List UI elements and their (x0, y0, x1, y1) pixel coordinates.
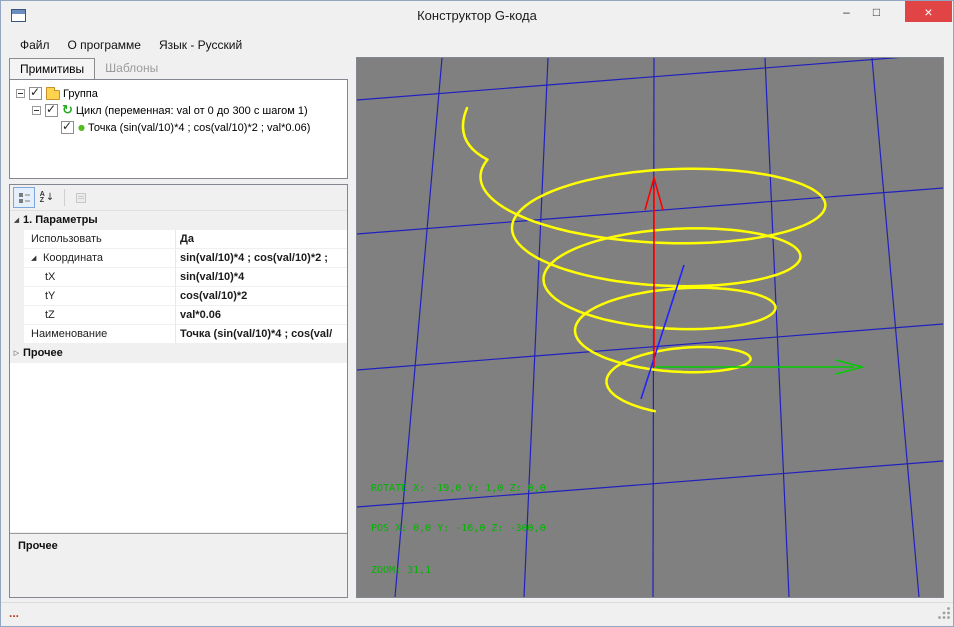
checkbox[interactable]: ✓ (45, 102, 58, 117)
tabstrip: Примитивы Шаблоны (9, 58, 168, 79)
tree-item-point[interactable]: ✓ ● Точка (sin(val/10)*4 ; cos(val/10)*2… (10, 119, 347, 136)
titlebar[interactable]: Конструктор G-кода – □ × (1, 1, 953, 31)
checkbox[interactable]: ✓ (61, 119, 74, 134)
viewport-3d[interactable]: ROTATE X: -19,0 Y: 1,0 Z: 0,0 POS X: 0,0… (356, 53, 944, 626)
property-name: Наименование (31, 328, 108, 340)
tree-item-cycle[interactable]: ✓ ↻ Цикл (переменная: val от 0 до 300 с … (10, 102, 347, 119)
property-name: tZ (45, 309, 55, 321)
menu-file[interactable]: Файл (11, 33, 59, 57)
minimize-button[interactable]: – (832, 1, 861, 22)
property-value[interactable]: cos(val/10)*2 (176, 287, 347, 305)
categorized-button[interactable] (13, 187, 35, 208)
viewport-canvas[interactable]: ROTATE X: -19,0 Y: 1,0 Z: 0,0 POS X: 0,0… (356, 53, 944, 626)
hud-pos: POS X: 0,0 Y: -16,0 Z: -300,0 (371, 523, 546, 534)
property-row-use[interactable]: Использовать Да (10, 230, 347, 249)
property-value[interactable]: Точка (sin(val/10)*4 ; cos(val/ (176, 325, 347, 343)
resize-grip-icon[interactable] (937, 606, 951, 625)
tree-expander-icon[interactable] (32, 106, 41, 115)
tree-panel: ✓ Группа ✓ ↻ Цикл (переменная: val от 0 … (9, 79, 348, 179)
app-window: Конструктор G-кода – □ × Файл О программ… (0, 0, 954, 627)
cycle-icon: ↻ (62, 102, 73, 118)
property-grid-rows: ◢ 1. Параметры Использовать Да ◢ Координа… (10, 210, 347, 532)
property-row-ty[interactable]: tY cos(val/10)*2 (10, 287, 347, 306)
hud-zoom: ZOOM: 31,1 (371, 565, 431, 576)
property-name: tX (45, 271, 56, 283)
menu-language[interactable]: Язык - Русский (150, 33, 251, 57)
property-value[interactable]: val*0.06 (176, 306, 347, 324)
property-grid-toolbar: AZ ↓ (10, 185, 347, 210)
close-button[interactable]: × (905, 1, 952, 22)
property-row-tx[interactable]: tX sin(val/10)*4 (10, 268, 347, 287)
expand-icon[interactable]: ◢ (31, 254, 43, 262)
property-name: Использовать (31, 233, 102, 245)
property-name: Координата (43, 252, 104, 264)
tree-item-label: Цикл (переменная: val от 0 до 300 с шаго… (75, 104, 308, 117)
alphabetical-sort-button[interactable]: AZ ↓ (36, 187, 58, 208)
property-pages-icon (76, 192, 86, 203)
property-row-tz[interactable]: tZ val*0.06 (10, 306, 347, 325)
property-row-naming[interactable]: Наименование Точка (sin(val/10)*4 ; cos(… (10, 325, 347, 344)
check-icon: ✓ (46, 102, 57, 116)
tab-primitives[interactable]: Примитивы (9, 58, 96, 79)
sort-arrow-icon: ↓ (45, 192, 55, 203)
tree-item-group[interactable]: ✓ Группа (10, 85, 347, 102)
categorized-icon (18, 192, 30, 203)
tab-templates[interactable]: Шаблоны (95, 58, 168, 79)
help-title: Прочее (18, 540, 58, 552)
tree-expander-icon[interactable] (16, 89, 25, 98)
maximize-button[interactable]: □ (862, 1, 891, 22)
property-name: tY (45, 290, 56, 302)
menubar: Файл О программе Язык - Русский (1, 31, 953, 58)
property-grid: AZ ↓ ◢ 1. Параметры Использовать Да ◢ Коо… (9, 184, 348, 598)
property-value[interactable]: Да (176, 230, 347, 248)
property-pages-button (70, 187, 92, 208)
category-parameters[interactable]: ◢ 1. Параметры (10, 211, 347, 230)
category-label: Прочее (23, 347, 63, 359)
category-expanded-icon[interactable]: ◢ (10, 216, 23, 224)
window-title: Конструктор G-кода (417, 8, 537, 23)
property-help-panel: Прочее (10, 533, 347, 597)
category-other[interactable]: ▷ Прочее (10, 344, 347, 363)
point-icon: ● (78, 122, 85, 132)
hud-rotate: ROTATE X: -19,0 Y: 1,0 Z: 0,0 (371, 483, 546, 494)
property-row-coordinate[interactable]: ◢ Координата sin(val/10)*4 ; cos(val/10)*… (10, 249, 347, 268)
tree-item-label: Группа (63, 87, 98, 100)
check-icon: ✓ (30, 85, 41, 99)
sort-az-icon: AZ (39, 190, 45, 204)
status-text: ... (9, 606, 20, 620)
folder-icon (46, 86, 60, 100)
check-icon: ✓ (62, 119, 73, 133)
tree-item-label: Точка (sin(val/10)*4 ; cos(val/10)*2 ; v… (87, 121, 311, 134)
category-collapsed-icon[interactable]: ▷ (10, 349, 23, 357)
property-value[interactable]: sin(val/10)*4 (176, 268, 347, 286)
checkbox[interactable]: ✓ (29, 85, 42, 100)
toolbar-separator (64, 189, 65, 206)
property-value[interactable]: sin(val/10)*4 ; cos(val/10)*2 ; (176, 249, 347, 267)
category-label: 1. Параметры (23, 214, 98, 226)
menu-about[interactable]: О программе (59, 33, 150, 57)
statusbar: ... (1, 602, 953, 626)
